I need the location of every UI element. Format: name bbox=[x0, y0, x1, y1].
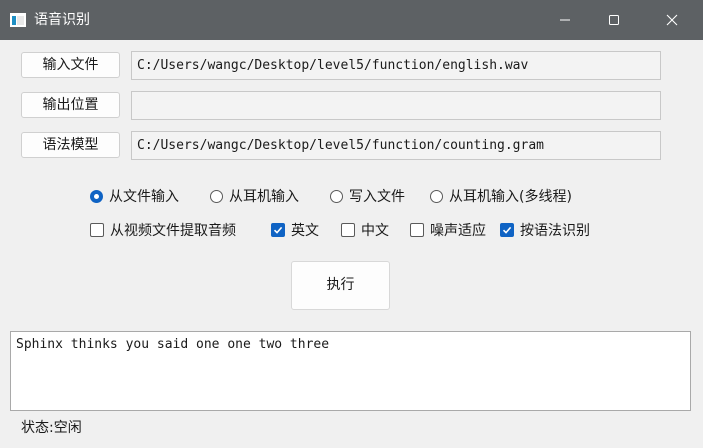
title-bar[interactable]: 语音识别 bbox=[0, 0, 703, 40]
checkbox-grammar-recognition[interactable]: 按语法识别 bbox=[500, 221, 590, 239]
radio-from-headset[interactable]: 从耳机输入 bbox=[210, 187, 299, 205]
checkbox-label: 按语法识别 bbox=[520, 223, 590, 239]
checkbox-indicator bbox=[341, 223, 355, 237]
status-label: 状态:空闲 bbox=[21, 420, 82, 436]
grammar-model-button[interactable]: 语法模型 bbox=[21, 132, 120, 158]
output-location-field[interactable] bbox=[131, 91, 661, 120]
radio-from-headset-multithread[interactable]: 从耳机输入(多线程) bbox=[430, 187, 572, 205]
minimize-button[interactable] bbox=[537, 0, 593, 40]
radio-indicator bbox=[430, 189, 443, 203]
checkmark-icon bbox=[502, 226, 512, 234]
close-button[interactable] bbox=[644, 0, 700, 40]
checkbox-label: 噪声适应 bbox=[430, 223, 486, 239]
execute-button[interactable]: 执行 bbox=[291, 261, 390, 310]
checkbox-indicator bbox=[271, 223, 285, 237]
checkbox-chinese[interactable]: 中文 bbox=[341, 221, 389, 239]
app-window-icon bbox=[10, 13, 26, 27]
checkbox-label: 中文 bbox=[361, 223, 389, 239]
radio-indicator bbox=[330, 189, 343, 203]
radio-indicator bbox=[210, 189, 223, 203]
maximize-button[interactable] bbox=[586, 0, 642, 40]
input-file-button[interactable]: 输入文件 bbox=[21, 52, 120, 78]
window-title: 语音识别 bbox=[34, 12, 90, 28]
checkbox-english[interactable]: 英文 bbox=[271, 221, 319, 239]
radio-label: 从耳机输入(多线程) bbox=[449, 189, 572, 205]
checkbox-extract-audio[interactable]: 从视频文件提取音频 bbox=[90, 221, 236, 239]
radio-label: 写入文件 bbox=[349, 189, 405, 205]
input-file-field[interactable]: C:/Users/wangc/Desktop/level5/function/e… bbox=[131, 51, 661, 80]
minimize-icon bbox=[560, 19, 570, 21]
checkmark-icon bbox=[273, 226, 283, 234]
checkbox-label: 英文 bbox=[291, 223, 319, 239]
grammar-model-field[interactable]: C:/Users/wangc/Desktop/level5/function/c… bbox=[131, 131, 661, 160]
checkbox-indicator bbox=[500, 223, 514, 237]
radio-write-file[interactable]: 写入文件 bbox=[330, 187, 405, 205]
checkbox-label: 从视频文件提取音频 bbox=[110, 223, 236, 239]
checkbox-noise-adaptation[interactable]: 噪声适应 bbox=[410, 221, 486, 239]
radio-label: 从耳机输入 bbox=[229, 189, 299, 205]
output-location-button[interactable]: 输出位置 bbox=[21, 92, 120, 118]
maximize-icon bbox=[609, 15, 619, 25]
output-textarea[interactable]: Sphinx thinks you said one one two three bbox=[10, 331, 691, 411]
radio-indicator bbox=[90, 189, 103, 203]
checkbox-indicator bbox=[410, 223, 424, 237]
radio-from-file[interactable]: 从文件输入 bbox=[90, 187, 179, 205]
checkbox-indicator bbox=[90, 223, 104, 237]
radio-label: 从文件输入 bbox=[109, 189, 179, 205]
close-icon bbox=[666, 14, 678, 26]
